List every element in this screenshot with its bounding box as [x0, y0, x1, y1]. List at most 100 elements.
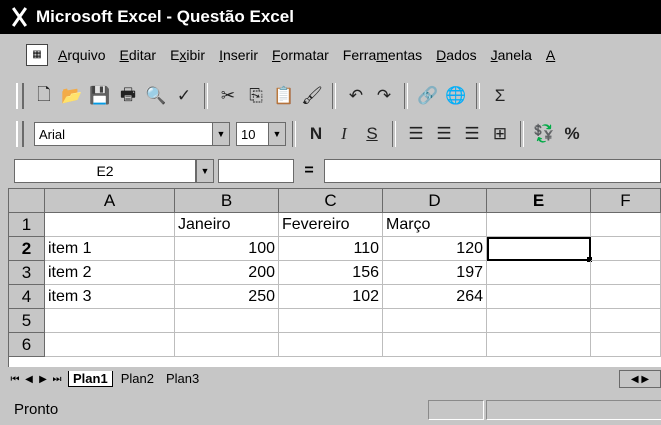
align-left-icon[interactable]: ☰ [404, 122, 428, 146]
underline-button[interactable]: S [360, 122, 384, 146]
column-header[interactable]: B [175, 189, 279, 213]
cell-B1[interactable]: Janeiro [175, 213, 279, 237]
save-icon[interactable]: 💾 [88, 84, 112, 108]
currency-icon[interactable]: 💱 [532, 122, 556, 146]
print-preview-icon[interactable]: 🔍 [144, 84, 168, 108]
first-sheet-icon[interactable]: ⏮ [8, 371, 22, 387]
sheet-tab-plan1[interactable]: Plan1 [68, 371, 113, 387]
new-icon[interactable]: 🗋 [32, 84, 56, 108]
equals-button[interactable]: = [294, 160, 324, 182]
chevron-down-icon[interactable]: ▼ [268, 123, 285, 145]
excel-x-icon[interactable] [8, 6, 30, 28]
cell-B5[interactable] [175, 309, 279, 333]
horizontal-scrollbar[interactable]: ◀ ▶ [619, 370, 661, 388]
row-header[interactable]: 5 [9, 309, 45, 333]
menu-item[interactable]: Dados [436, 47, 476, 63]
column-header[interactable]: F [591, 189, 661, 213]
format-painter-icon[interactable]: 🖌 [300, 84, 324, 108]
cell-A2[interactable]: item 1 [45, 237, 175, 261]
cell-A1[interactable] [45, 213, 175, 237]
cell-A4[interactable]: item 3 [45, 285, 175, 309]
row-header[interactable]: 1 [9, 213, 45, 237]
sheet-tab-plan2[interactable]: Plan2 [117, 371, 158, 387]
cell-C6[interactable] [279, 333, 383, 357]
cell-E1[interactable] [487, 213, 591, 237]
hyperlink-icon[interactable]: 🔗 [416, 84, 440, 108]
column-header[interactable]: A [45, 189, 175, 213]
cell-F3[interactable] [591, 261, 661, 285]
sheet-tab-plan3[interactable]: Plan3 [162, 371, 203, 387]
merge-center-icon[interactable]: ⊞ [488, 122, 512, 146]
cell-E2[interactable] [487, 237, 591, 261]
formula-input[interactable] [324, 159, 661, 183]
cell-E4[interactable] [487, 285, 591, 309]
row-header[interactable]: 4 [9, 285, 45, 309]
menu-item[interactable]: A [546, 47, 555, 63]
row-header[interactable]: 3 [9, 261, 45, 285]
cell-A6[interactable] [45, 333, 175, 357]
cell-B6[interactable] [175, 333, 279, 357]
prev-sheet-icon[interactable]: ◀ [22, 371, 36, 387]
menu-item[interactable]: Ferramentas [343, 47, 422, 63]
undo-icon[interactable]: ↶ [344, 84, 368, 108]
last-sheet-icon[interactable]: ⏭ [50, 371, 64, 387]
menu-item[interactable]: Exibir [170, 47, 205, 63]
menu-item[interactable]: Inserir [219, 47, 258, 63]
menu-item[interactable]: Janela [491, 47, 532, 63]
cell-D2[interactable]: 120 [383, 237, 487, 261]
cell-D5[interactable] [383, 309, 487, 333]
web-icon[interactable]: 🌐 [444, 84, 468, 108]
align-center-icon[interactable]: ☰ [432, 122, 456, 146]
select-all-corner[interactable] [9, 189, 45, 213]
cell-B2[interactable]: 100 [175, 237, 279, 261]
spelling-icon[interactable]: ✓ [172, 84, 196, 108]
cell-C3[interactable]: 156 [279, 261, 383, 285]
cell-C2[interactable]: 110 [279, 237, 383, 261]
bold-button[interactable]: N [304, 122, 328, 146]
open-icon[interactable]: 📂 [60, 84, 84, 108]
cell-D1[interactable]: Março [383, 213, 487, 237]
menu-item[interactable]: Editar [119, 47, 156, 63]
cell-F6[interactable] [591, 333, 661, 357]
menu-item[interactable]: Formatar [272, 47, 329, 63]
cell-E5[interactable] [487, 309, 591, 333]
cell-F2[interactable] [591, 237, 661, 261]
name-box[interactable]: E2 [14, 159, 196, 183]
next-sheet-icon[interactable]: ▶ [36, 371, 50, 387]
chevron-down-icon[interactable]: ▼ [196, 159, 214, 183]
cell-F4[interactable] [591, 285, 661, 309]
cell-C1[interactable]: Fevereiro [279, 213, 383, 237]
cell-A5[interactable] [45, 309, 175, 333]
cell-C5[interactable] [279, 309, 383, 333]
row-header[interactable]: 6 [9, 333, 45, 357]
cell-C4[interactable]: 102 [279, 285, 383, 309]
cell-F5[interactable] [591, 309, 661, 333]
italic-button[interactable]: I [332, 122, 356, 146]
document-icon[interactable]: ▦ [26, 44, 48, 66]
toolbar-grip[interactable] [16, 83, 24, 109]
font-size-select[interactable]: 10 ▼ [236, 122, 286, 146]
autosum-icon[interactable]: Σ [488, 84, 512, 108]
font-name-select[interactable]: Arial ▼ [34, 122, 230, 146]
cell-B4[interactable]: 250 [175, 285, 279, 309]
menu-item[interactable]: Arquivo [58, 47, 105, 63]
cell-E3[interactable] [487, 261, 591, 285]
cell-D3[interactable]: 197 [383, 261, 487, 285]
print-icon[interactable]: 🖶 [116, 84, 140, 108]
align-right-icon[interactable]: ☰ [460, 122, 484, 146]
column-header[interactable]: D [383, 189, 487, 213]
copy-icon[interactable]: ⎘ [244, 84, 268, 108]
cell-D6[interactable] [383, 333, 487, 357]
row-header[interactable]: 2 [9, 237, 45, 261]
redo-icon[interactable]: ↷ [372, 84, 396, 108]
column-header[interactable]: C [279, 189, 383, 213]
column-header[interactable]: E [487, 189, 591, 213]
paste-icon[interactable]: 📋 [272, 84, 296, 108]
cut-icon[interactable]: ✂ [216, 84, 240, 108]
cell-E6[interactable] [487, 333, 591, 357]
cell-A3[interactable]: item 2 [45, 261, 175, 285]
toolbar-grip[interactable] [16, 121, 24, 147]
percent-button[interactable]: % [560, 122, 584, 146]
cell-F1[interactable] [591, 213, 661, 237]
cell-B3[interactable]: 200 [175, 261, 279, 285]
